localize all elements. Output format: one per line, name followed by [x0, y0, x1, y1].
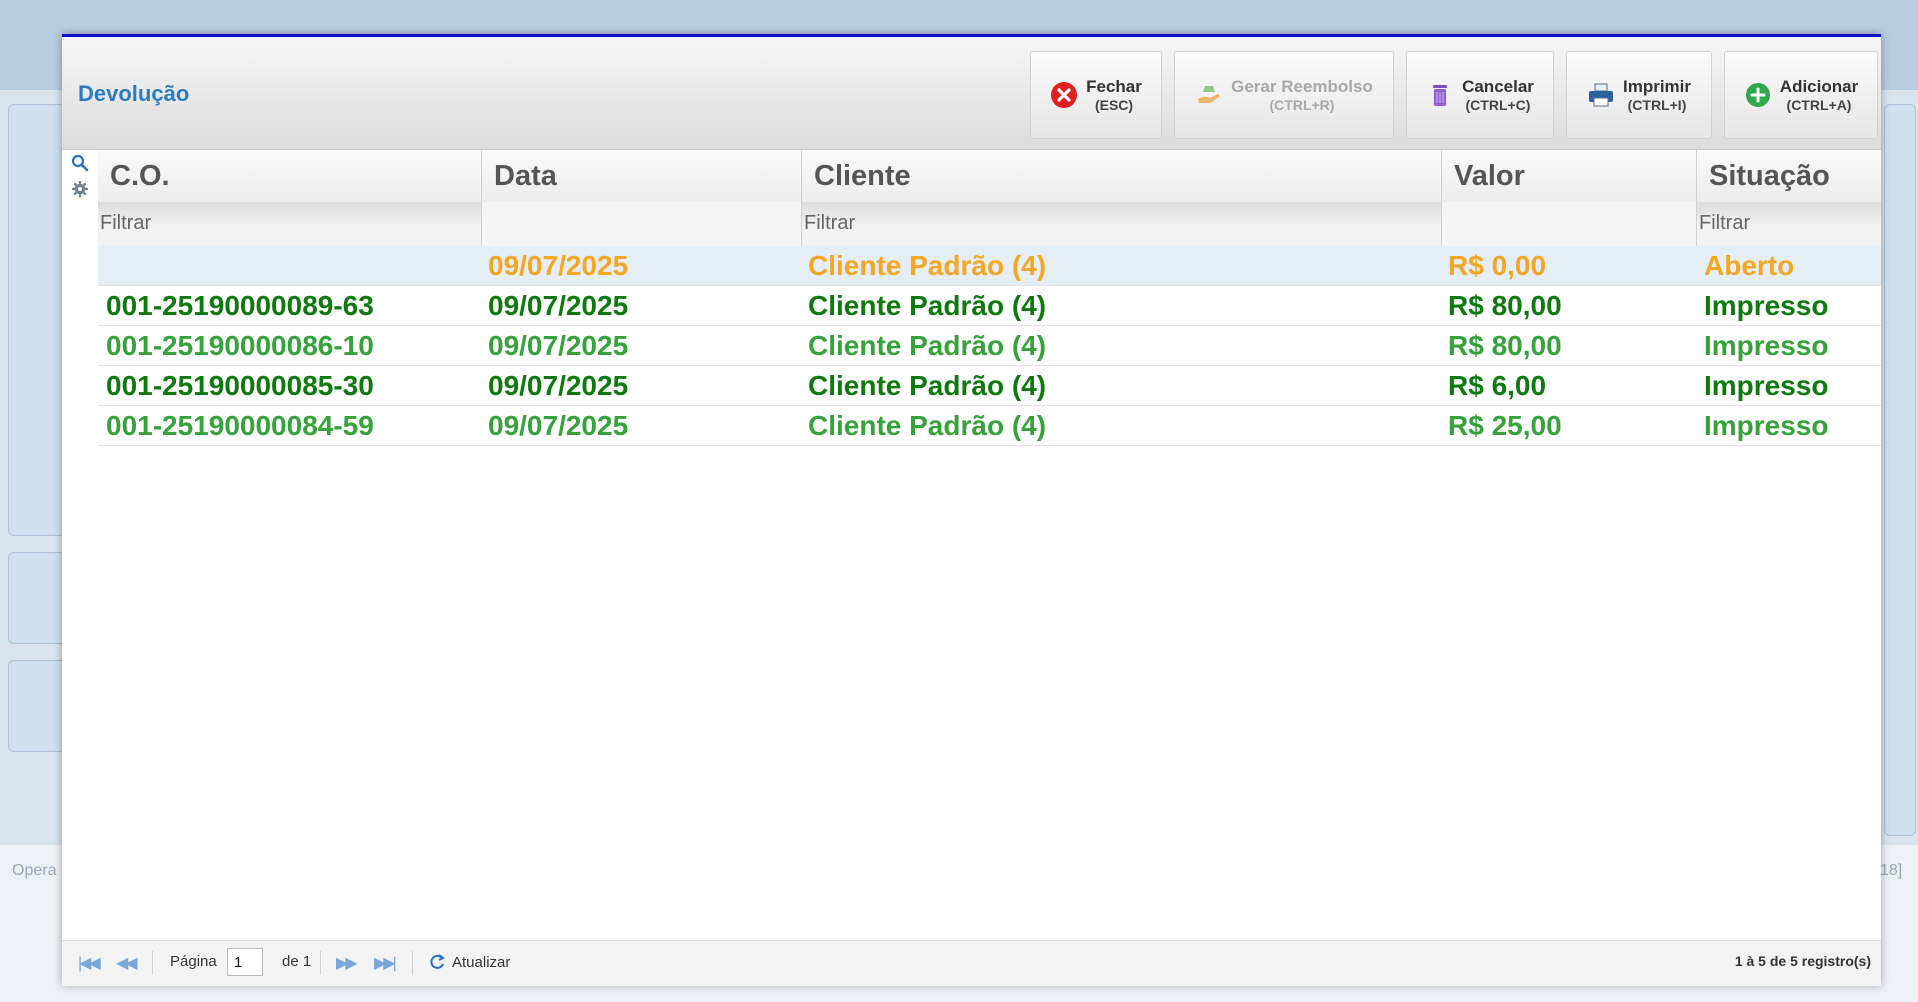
background-panel-left-2: [8, 552, 70, 644]
generate-refund-button-label: Gerar Reembolso (CTRL+R): [1231, 77, 1373, 113]
pager-bar: |◀◀ ◀◀ Página de 1 ▶▶ ▶▶| Atualizar 1 à …: [62, 940, 1881, 986]
column-header-status[interactable]: Situação: [1697, 150, 1881, 202]
cell-status: Impresso: [1704, 290, 1829, 321]
background-panel-right: [1884, 104, 1916, 836]
column-header-value[interactable]: Valor: [1442, 150, 1697, 202]
filter-status[interactable]: Filtrar: [1697, 202, 1881, 246]
plus-icon: [1745, 83, 1770, 107]
page-label: Página: [170, 953, 217, 970]
pager-divider: [152, 951, 153, 975]
filter-client[interactable]: Filtrar: [802, 202, 1442, 246]
cell-value: R$ 0,00: [1448, 250, 1547, 281]
gear-icon[interactable]: [71, 180, 89, 198]
cell-client: Cliente Padrão (4): [808, 370, 1047, 401]
previous-page-icon[interactable]: ◀◀: [116, 953, 138, 973]
cell-value: R$ 80,00: [1448, 290, 1562, 321]
table-row[interactable]: 09/07/2025 Cliente Padrão (4) R$ 0,00 Ab…: [98, 246, 1881, 286]
filter-co[interactable]: Filtrar: [98, 202, 482, 246]
trash-icon: [1433, 85, 1448, 106]
cell-co: 001-25190000084-59: [106, 410, 374, 441]
background-label-right: 18]: [1880, 862, 1903, 879]
filter-value-empty: [1442, 202, 1697, 246]
cell-value: R$ 80,00: [1448, 330, 1562, 361]
filter-date-empty: [482, 202, 802, 246]
cell-status: Impresso: [1704, 410, 1829, 441]
column-header-date[interactable]: Data: [482, 150, 802, 202]
printer-icon: [1588, 83, 1613, 107]
last-page-icon[interactable]: ▶▶|: [374, 953, 397, 973]
cell-status: Aberto: [1704, 250, 1795, 281]
close-icon: [1051, 82, 1078, 108]
cell-date: 09/07/2025: [488, 290, 629, 321]
refund-icon: [1198, 86, 1220, 103]
cell-value: R$ 6,00: [1448, 370, 1547, 401]
background-label-left: Opera: [12, 862, 57, 879]
refresh-icon: [430, 954, 445, 969]
pager-divider: [320, 951, 321, 975]
next-page-icon[interactable]: ▶▶: [336, 953, 358, 973]
cancel-button[interactable]: Cancelar (CTRL+C): [1406, 51, 1554, 139]
cell-date: 09/07/2025: [488, 410, 629, 441]
add-button-label: Adicionar (CTRL+A): [1779, 77, 1859, 113]
modal-title: Devolução: [78, 81, 190, 106]
add-button[interactable]: Adicionar (CTRL+A): [1724, 51, 1878, 139]
close-button[interactable]: Fechar (ESC): [1030, 51, 1162, 139]
cell-value: R$ 25,00: [1448, 410, 1562, 441]
cell-client: Cliente Padrão (4): [808, 330, 1047, 361]
table-row[interactable]: 001-25190000089-63 09/07/2025 Cliente Pa…: [98, 286, 1881, 326]
grid-tools: [62, 150, 98, 246]
print-button[interactable]: Imprimir (CTRL+I): [1566, 51, 1712, 139]
cell-status: Impresso: [1704, 370, 1829, 401]
page-total-label: de 1: [282, 953, 312, 970]
grid-header: C.O. Data Cliente Valor Situação: [98, 150, 1881, 202]
close-button-label: Fechar (ESC): [1086, 77, 1142, 113]
background-panel-left: [8, 104, 70, 536]
cell-date: 09/07/2025: [488, 370, 629, 401]
cell-status: Impresso: [1704, 330, 1829, 361]
cell-co: 001-25190000089-63: [106, 290, 374, 321]
first-page-icon[interactable]: |◀◀: [78, 953, 101, 973]
cancel-button-label: Cancelar (CTRL+C): [1462, 77, 1534, 113]
refresh-label: Atualizar: [452, 953, 511, 971]
background-panel-left-3: [8, 660, 70, 752]
refresh-button[interactable]: Atualizar: [428, 953, 510, 971]
cell-date: 09/07/2025: [488, 330, 629, 361]
cell-co: 001-25190000086-10: [106, 330, 374, 361]
cell-date: 09/07/2025: [488, 250, 629, 281]
table-row[interactable]: 001-25190000084-59 09/07/2025 Cliente Pa…: [98, 406, 1881, 446]
cell-co: 001-25190000085-30: [106, 370, 374, 401]
cell-client: Cliente Padrão (4): [808, 290, 1047, 321]
cell-client: Cliente Padrão (4): [808, 250, 1047, 281]
return-modal: Devolução Fechar (ESC) Gerar Reembolso (…: [62, 34, 1881, 986]
page-number-input[interactable]: [227, 948, 263, 976]
modal-header: Devolução Fechar (ESC) Gerar Reembolso (…: [62, 37, 1881, 150]
cell-client: Cliente Padrão (4): [808, 410, 1047, 441]
table-row[interactable]: 001-25190000085-30 09/07/2025 Cliente Pa…: [98, 366, 1881, 406]
table-row[interactable]: 001-25190000086-10 09/07/2025 Cliente Pa…: [98, 326, 1881, 366]
print-button-label: Imprimir (CTRL+I): [1622, 77, 1692, 113]
search-icon[interactable]: [71, 154, 89, 172]
grid-filter-row: Filtrar Filtrar Filtrar: [98, 202, 1881, 246]
records-summary: 1 à 5 de 5 registro(s): [1734, 953, 1871, 969]
generate-refund-button[interactable]: Gerar Reembolso (CTRL+R): [1174, 51, 1394, 139]
pager-divider: [412, 951, 413, 975]
column-header-co[interactable]: C.O.: [98, 150, 482, 202]
column-header-client[interactable]: Cliente: [802, 150, 1442, 202]
